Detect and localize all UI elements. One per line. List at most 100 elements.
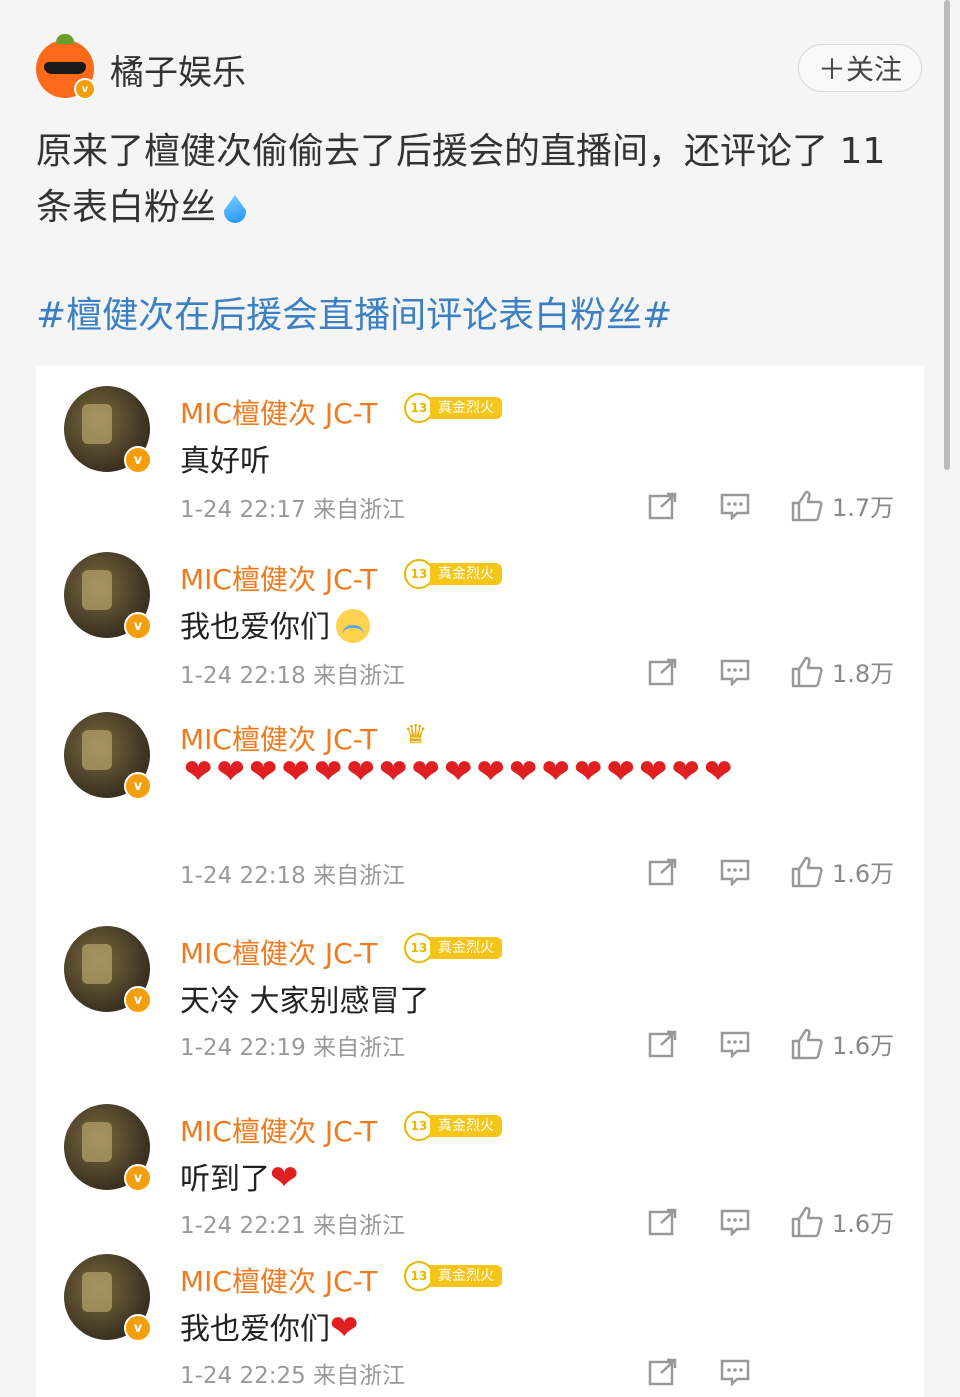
share-icon[interactable]: [648, 1208, 678, 1236]
verified-badge-icon: v: [74, 78, 96, 100]
comment-text: 听到了❤: [180, 1154, 301, 1198]
comment-meta: 1-24 22:18 来自浙江: [180, 856, 405, 890]
fan-level-badge: 13 真金烈火: [404, 1261, 502, 1291]
comment-screenshot-card: v MIC檀健次 JC-T 13 真金烈火 真好听 1-24 22:17 来自浙…: [36, 366, 924, 1397]
comment-meta: 1-24 22:25 来自浙江: [180, 1356, 405, 1390]
comment-text-body: 我也爱你们: [180, 1312, 330, 1347]
comment-item: v MIC檀健次 JC-T 13 真金烈火 我也爱你们 1-24 22:18 来…: [36, 540, 924, 700]
topic-hashtag[interactable]: #檀健次在后援会直播间评论表白粉丝#: [36, 286, 672, 338]
heart-icon: ❤: [216, 752, 249, 792]
share-icon[interactable]: [648, 492, 678, 520]
heart-icon: ❤: [444, 752, 477, 792]
heart-icon: ❤: [476, 752, 509, 792]
comment-text: 天冷 大家别感冒了: [180, 984, 430, 1019]
sunglasses-icon: [44, 62, 86, 74]
comment-icon[interactable]: [720, 1208, 750, 1236]
thumbs-up-icon: [791, 656, 823, 687]
like-button[interactable]: 1.6万: [790, 854, 894, 889]
comment-time: 1-24 22:21: [180, 1213, 306, 1239]
level-tag: 真金烈火: [430, 937, 502, 959]
comment-meta: 1-24 22:19 来自浙江: [180, 1028, 405, 1062]
like-count: 1.6万: [832, 1210, 895, 1238]
fan-level-badge: 13 真金烈火: [404, 393, 502, 423]
heart-icon: ❤: [574, 752, 607, 792]
heart-icon: ❤: [330, 1308, 361, 1348]
comment-location: 来自浙江: [313, 1213, 406, 1239]
comment-icon[interactable]: [720, 1358, 750, 1386]
comment-time: 1-24 22:25: [180, 1363, 306, 1389]
comment-text: 真好听: [180, 444, 270, 479]
post-author[interactable]: v 橘子娱乐: [36, 34, 246, 100]
comment-icon[interactable]: [720, 858, 750, 886]
comment-item: v MIC檀健次 JC-T 13 真金烈火 我也爱你们❤ 1-24 22:25 …: [36, 1242, 924, 1397]
weibo-post: v 橘子娱乐 ＋关注 原来了檀健次偷偷去了后援会的直播间，还评论了 11 条表白…: [0, 0, 960, 1397]
like-button[interactable]: 1.6万: [790, 1204, 894, 1239]
share-icon[interactable]: [648, 1030, 678, 1058]
verified-badge-icon: v: [124, 1164, 152, 1192]
comment-location: 来自浙江: [313, 1035, 406, 1061]
heart-emoji-row: ❤❤❤❤❤❤❤❤❤❤❤❤❤❤❤❤❤: [184, 748, 884, 796]
commenter-name[interactable]: MIC檀健次 JC-T: [180, 558, 377, 598]
comment-time: 1-24 22:19: [180, 1035, 306, 1061]
fan-level-badge: 13 真金烈火: [404, 933, 502, 963]
comment-time: 1-24 22:17: [180, 497, 306, 523]
comment-icon[interactable]: [720, 658, 750, 686]
author-name[interactable]: 橘子娱乐: [110, 45, 246, 94]
like-count: 1.8万: [832, 660, 895, 688]
comment-location: 来自浙江: [313, 1363, 406, 1389]
like-button[interactable]: 1.6万: [790, 1026, 894, 1061]
comment-meta: 1-24 22:18 来自浙江: [180, 656, 405, 690]
comment-location: 来自浙江: [313, 863, 406, 889]
crown-badge-icon: ♛: [404, 720, 428, 750]
scrollbar[interactable]: [944, 0, 950, 470]
follow-button[interactable]: ＋关注: [798, 44, 922, 92]
commenter-name[interactable]: MIC檀健次 JC-T: [180, 932, 377, 972]
share-icon[interactable]: [648, 1358, 678, 1386]
verified-badge-icon: v: [124, 986, 152, 1014]
crying-face-icon: [336, 609, 370, 643]
verified-badge-icon: v: [124, 772, 152, 800]
heart-icon: ❤: [379, 752, 412, 792]
like-button[interactable]: 1.7万: [790, 488, 894, 523]
heart-icon: ❤: [281, 752, 314, 792]
thumbs-up-icon: [791, 1028, 823, 1059]
verified-badge-icon: v: [124, 1314, 152, 1342]
like-count: 1.6万: [832, 860, 895, 888]
heart-icon: ❤: [314, 752, 347, 792]
heart-icon: ❤: [249, 752, 282, 792]
comment-item: v MIC檀健次 JC-T 13 真金烈火 真好听 1-24 22:17 来自浙…: [36, 374, 924, 534]
comment-item: v MIC檀健次 JC-T ♛ ❤❤❤❤❤❤❤❤❤❤❤❤❤❤❤❤❤ 1-24 2…: [36, 700, 924, 910]
comment-item: v MIC檀健次 JC-T 13 真金烈火 天冷 大家别感冒了 1-24 22:…: [36, 914, 924, 1084]
level-tag: 真金烈火: [430, 1265, 502, 1287]
level-tag: 真金烈火: [430, 1115, 502, 1137]
comment-icon[interactable]: [720, 1030, 750, 1058]
heart-icon: ❤: [270, 1158, 301, 1198]
like-button[interactable]: 1.8万: [790, 654, 894, 689]
share-icon[interactable]: [648, 858, 678, 886]
comment-location: 来自浙江: [313, 497, 406, 523]
fan-level-badge: 13 真金烈火: [404, 559, 502, 589]
comment-location: 来自浙江: [313, 663, 406, 689]
commenter-name[interactable]: MIC檀健次 JC-T: [180, 1110, 377, 1150]
comment-icon[interactable]: [720, 492, 750, 520]
comment-item: v MIC檀健次 JC-T 13 真金烈火 听到了❤ 1-24 22:21 来自…: [36, 1092, 924, 1242]
verified-badge-icon: v: [124, 612, 152, 640]
thumbs-up-icon: [791, 1206, 823, 1237]
heart-icon: ❤: [704, 752, 737, 792]
author-avatar[interactable]: v: [36, 34, 96, 100]
like-count: 1.7万: [832, 494, 895, 522]
heart-icon: ❤: [346, 752, 379, 792]
thumbs-up-icon: [791, 856, 823, 887]
verified-badge-icon: v: [124, 446, 152, 474]
post-text: 原来了檀健次偷偷去了后援会的直播间，还评论了 11 条表白粉丝: [36, 124, 916, 236]
share-icon[interactable]: [648, 658, 678, 686]
heart-icon: ❤: [184, 752, 217, 792]
commenter-name[interactable]: MIC檀健次 JC-T: [180, 1260, 377, 1300]
heart-icon: ❤: [606, 752, 639, 792]
comment-meta: 1-24 22:21 来自浙江: [180, 1206, 405, 1240]
commenter-name[interactable]: MIC檀健次 JC-T: [180, 392, 377, 432]
comment-time: 1-24 22:18: [180, 663, 306, 689]
heart-icon: ❤: [411, 752, 444, 792]
like-count: 1.6万: [832, 1032, 895, 1060]
post-body: 原来了檀健次偷偷去了后援会的直播间，还评论了 11 条表白粉丝: [36, 131, 886, 228]
